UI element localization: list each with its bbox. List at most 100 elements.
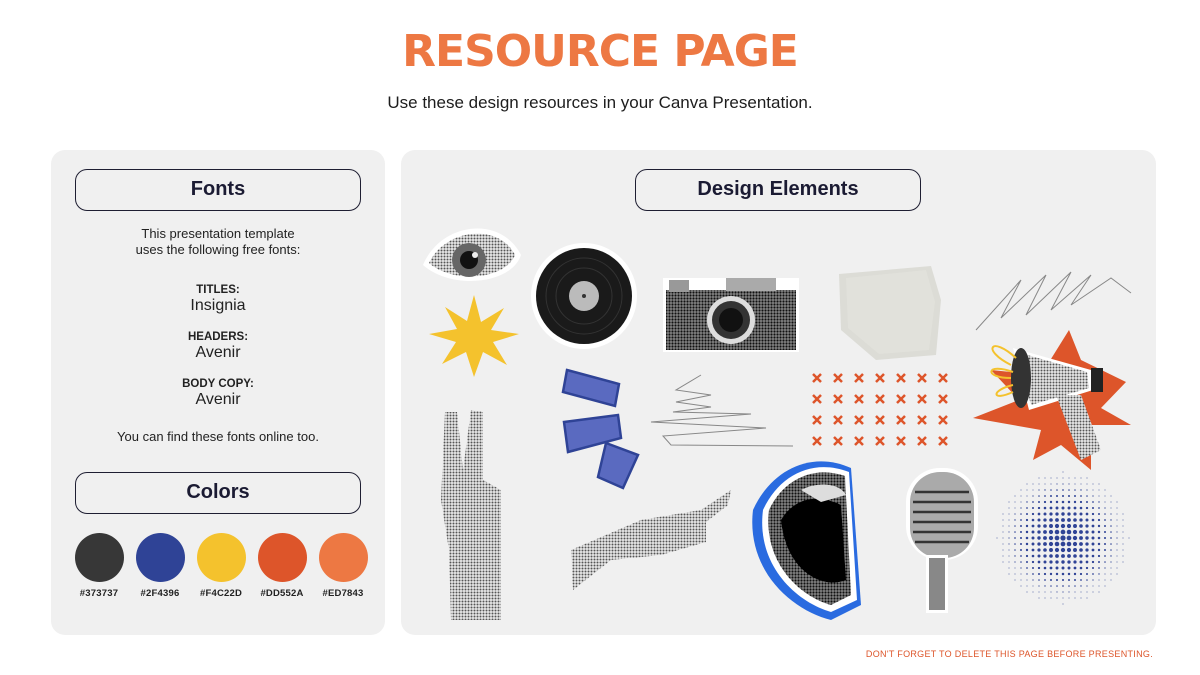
halftone-dot	[1080, 483, 1082, 485]
halftone-dot	[1067, 518, 1071, 522]
halftone-dot	[1032, 501, 1034, 503]
halftone-dot	[1086, 597, 1088, 599]
halftone-dot	[1110, 501, 1112, 503]
halftone-dot	[1073, 524, 1077, 528]
x-mark	[917, 373, 927, 383]
halftone-dot	[1079, 518, 1083, 522]
color-swatch: #373737	[69, 533, 129, 599]
halftone-dot	[1086, 483, 1088, 485]
halftone-dot	[1037, 512, 1041, 516]
halftone-dot	[1116, 519, 1118, 521]
halftone-dot	[1050, 483, 1052, 485]
x-mark	[854, 373, 864, 383]
halftone-dot	[1110, 549, 1112, 551]
halftone-dot	[1032, 591, 1034, 593]
halftone-dot	[1026, 591, 1028, 593]
halftone-dot	[1062, 483, 1064, 485]
design-elements-panel: Design Elements	[401, 150, 1156, 635]
halftone-dot	[1073, 566, 1077, 570]
halftone-dot	[1080, 495, 1082, 497]
halftone-dot	[1085, 554, 1089, 558]
halftone-dot	[1066, 547, 1072, 553]
halftone-dot	[1049, 566, 1053, 570]
halftone-dot	[1049, 524, 1053, 528]
x-mark	[833, 415, 843, 425]
halftone-dot	[1091, 566, 1095, 570]
halftone-dot	[1062, 477, 1064, 479]
halftone-dot	[1066, 529, 1072, 535]
font-label: HEADERS:	[187, 331, 249, 343]
font-entry-body: BODY COPY: Avenir	[51, 378, 385, 409]
halftone-dot	[1014, 519, 1016, 521]
halftone-dot	[1054, 535, 1060, 541]
halftone-dot	[1008, 561, 1010, 563]
halftone-dot	[1008, 525, 1010, 527]
halftone-dot	[1086, 501, 1088, 503]
halftone-dot	[1098, 501, 1100, 503]
halftone-dot	[1014, 543, 1016, 545]
halftone-dot	[1050, 597, 1052, 599]
halftone-dot	[1019, 536, 1023, 540]
halftone-dot	[1031, 560, 1035, 564]
halftone-dot	[1079, 542, 1083, 546]
halftone-dot	[1062, 471, 1064, 473]
halftone-dot	[1031, 548, 1035, 552]
halftone-dot	[1110, 513, 1112, 515]
halftone-dot	[1043, 560, 1047, 564]
font-name: Avenir	[195, 344, 241, 361]
page-subtitle: Use these design resources in your Canva…	[387, 93, 813, 112]
halftone-dot	[1067, 500, 1071, 504]
halftone-dot	[1014, 501, 1016, 503]
halftone-dot	[1097, 542, 1101, 546]
halftone-dot	[1031, 554, 1035, 558]
swatch-hex: #373737	[79, 588, 119, 599]
halftone-dot	[1032, 573, 1034, 575]
halftone-dot	[1110, 555, 1112, 557]
halftone-dot	[1116, 561, 1118, 563]
halftone-dot	[1098, 495, 1100, 497]
halftone-dot	[1092, 585, 1094, 587]
font-entry-titles: TITLES: Insignia	[51, 284, 385, 315]
halftone-dot	[1074, 477, 1076, 479]
halftone-dot	[1122, 525, 1124, 527]
x-mark	[875, 394, 885, 404]
swatch-hex: #ED7843	[322, 588, 364, 599]
x-mark	[854, 415, 864, 425]
halftone-dot	[1091, 512, 1095, 516]
halftone-dot	[1097, 554, 1101, 558]
halftone-dot	[1122, 531, 1124, 533]
halftone-dot	[1104, 573, 1106, 575]
peace-hand-icon	[441, 410, 501, 620]
halftone-dot	[1038, 573, 1040, 575]
halftone-dot	[1026, 561, 1028, 563]
halftone-dot	[1104, 579, 1106, 581]
halftone-dot	[1068, 585, 1070, 587]
halftone-dot	[1008, 507, 1010, 509]
halftone-dot	[1054, 529, 1060, 535]
halftone-dot	[1091, 536, 1095, 540]
halftone-dot	[1085, 548, 1089, 552]
halftone-dot	[1074, 597, 1076, 599]
halftone-dot	[1026, 495, 1028, 497]
scribble-icon	[975, 271, 1132, 331]
halftone-dot	[1116, 513, 1118, 515]
halftone-dot	[1031, 542, 1035, 546]
halftone-dot	[1091, 530, 1095, 534]
halftone-dot	[1032, 585, 1034, 587]
halftone-dot	[1116, 543, 1118, 545]
halftone-dot	[1031, 536, 1035, 540]
halftone-dot	[1086, 585, 1088, 587]
halftone-dot	[1080, 585, 1082, 587]
halftone-dot	[1085, 524, 1089, 528]
halftone-dot	[1044, 483, 1046, 485]
halftone-dot	[1043, 554, 1047, 558]
halftone-dot	[1074, 579, 1076, 581]
halftone-dot	[1056, 489, 1058, 491]
halftone-dot	[1020, 579, 1022, 581]
x-mark	[917, 436, 927, 446]
halftone-dot	[1067, 560, 1071, 564]
x-mark	[833, 373, 843, 383]
halftone-dot	[1104, 489, 1106, 491]
halftone-dot	[1110, 519, 1112, 521]
halftone-dot	[1002, 519, 1004, 521]
